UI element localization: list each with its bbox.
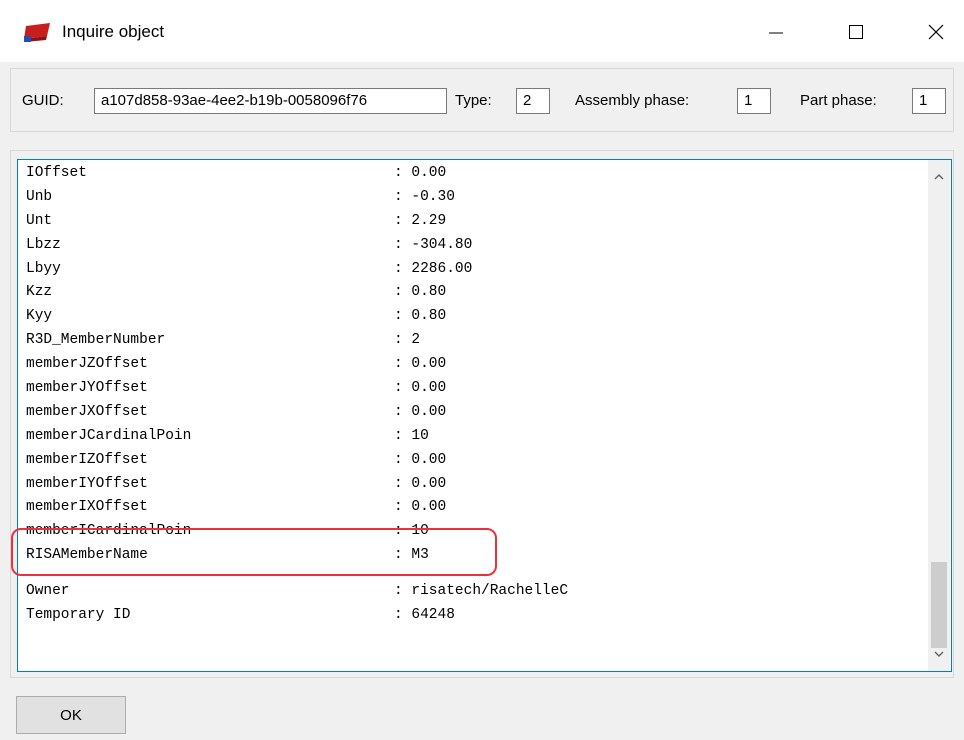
property-name: Lbyy	[26, 260, 61, 277]
property-name: RISAMemberName	[26, 547, 148, 564]
property-value: : 0.00	[394, 403, 447, 420]
title-bar: Inquire object	[0, 0, 964, 62]
close-button[interactable]	[906, 10, 964, 54]
property-value: : 2.29	[394, 212, 447, 229]
property-value: : 0.00	[394, 499, 447, 516]
property-name: IOffset	[26, 165, 87, 181]
property-value: : M3	[394, 547, 429, 564]
property-value: : 0.80	[394, 284, 447, 301]
property-value: : 0.00	[394, 380, 447, 397]
property-name: Temporary ID	[26, 607, 131, 624]
property-value: : -0.30	[394, 188, 455, 205]
vertical-scrollbar[interactable]	[928, 160, 950, 671]
scroll-thumb[interactable]	[931, 562, 947, 648]
close-icon	[928, 24, 944, 40]
property-value: : 10	[394, 523, 429, 540]
minimize-button[interactable]	[746, 10, 806, 54]
property-value: : 0.00	[394, 165, 447, 181]
part-phase-label: Part phase:	[800, 92, 877, 109]
chevron-down-icon	[933, 645, 945, 665]
property-name: Unt	[26, 212, 53, 229]
property-value: : 0.00	[394, 475, 447, 492]
maximize-icon	[848, 24, 864, 40]
chevron-up-icon	[933, 166, 945, 186]
window-title: Inquire object	[62, 22, 165, 41]
property-name: memberJXOffset	[26, 403, 148, 420]
property-name: Owner	[26, 583, 70, 600]
property-value: : 0.00	[394, 451, 447, 468]
property-name: memberJYOffset	[26, 380, 148, 397]
scroll-down-button[interactable]	[928, 645, 950, 665]
ok-button[interactable]: OK	[16, 696, 126, 734]
property-name: memberICardinalPoin	[26, 523, 192, 540]
minimize-icon	[768, 24, 784, 40]
type-label: Type:	[455, 92, 492, 109]
property-value: : 64248	[394, 607, 455, 624]
property-name: Kzz	[26, 284, 53, 301]
property-name: memberIZOffset	[26, 451, 148, 468]
property-name: R3D_MemberNumber	[26, 332, 166, 349]
property-name: memberJZOffset	[26, 356, 148, 373]
property-name: Lbzz	[26, 236, 61, 253]
property-name: Kyy	[26, 308, 53, 325]
part-phase-field[interactable]: 1	[912, 88, 946, 114]
assembly-phase-label: Assembly phase:	[575, 92, 690, 109]
property-name: memberIYOffset	[26, 475, 148, 492]
property-value: : 10	[394, 427, 429, 444]
guid-label: GUID:	[22, 92, 64, 109]
properties-list[interactable]: IOffset : 0.00 Unb : -0.30 Unt : 2.29 Lbzz:…	[17, 159, 952, 672]
property-name: memberJCardinalPoin	[26, 427, 192, 444]
property-value: : 0.00	[394, 356, 447, 373]
scroll-up-button[interactable]	[928, 166, 950, 186]
tekla-app-icon	[22, 22, 52, 44]
property-value: : risatech/RachelleC	[394, 583, 569, 600]
property-value: : 0.80	[394, 308, 447, 325]
guid-field[interactable]: a107d858-93ae-4ee2-b19b-0058096f76	[94, 88, 447, 114]
property-name: memberIXOffset	[26, 499, 148, 516]
property-value: : -304.80	[394, 236, 473, 253]
property-value: : 2	[394, 332, 421, 349]
assembly-phase-field[interactable]: 1	[737, 88, 771, 114]
property-value: : 2286.00	[394, 260, 473, 277]
type-field[interactable]: 2	[516, 88, 550, 114]
property-name: Unb	[26, 188, 53, 205]
maximize-button[interactable]	[826, 10, 886, 54]
